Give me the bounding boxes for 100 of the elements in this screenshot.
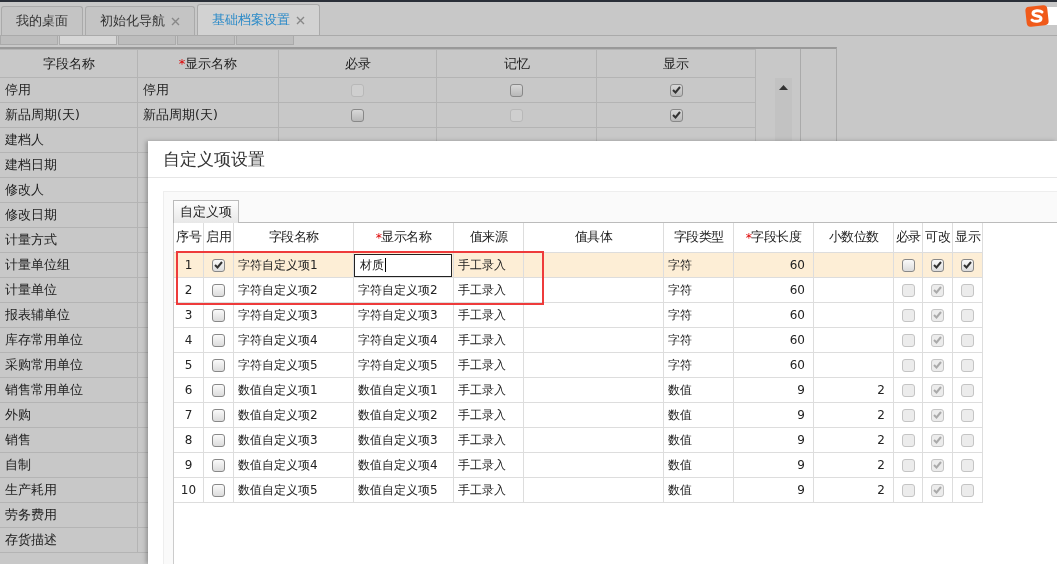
table-cell: 2 (877, 458, 885, 472)
table-cell: 手工录入 (454, 278, 524, 302)
scroll-up-icon[interactable] (779, 85, 788, 90)
table-cell: 5 (174, 353, 204, 377)
table-cell: 3 (174, 303, 204, 327)
table-cell: 数值 (664, 403, 734, 427)
table-cell: 建档人 (0, 128, 138, 152)
checkbox[interactable] (212, 358, 225, 372)
table-cell: 采购常用单位 (0, 353, 138, 377)
table-cell: 数值自定义项1 (234, 378, 354, 402)
column-header: 显示 (953, 223, 983, 252)
table-cell: 数值自定义项2 (358, 406, 438, 424)
table-cell: 2 (877, 433, 885, 447)
sub-tab[interactable] (177, 36, 235, 45)
table-cell: 字符自定义项3 (358, 306, 438, 324)
table-cell: 字符自定义项2 (234, 278, 354, 302)
table-cell: 字符 (664, 253, 734, 277)
column-header: 显示 (597, 50, 756, 77)
table-cell: 手工录入 (454, 353, 524, 377)
checkbox[interactable] (212, 383, 225, 397)
checkbox[interactable] (212, 408, 225, 422)
tab[interactable]: 我的桌面 (1, 6, 83, 35)
table-cell: 数值 (664, 428, 734, 452)
table-cell: 2 (877, 408, 885, 422)
table-cell: 字符自定义项2 (358, 281, 438, 299)
column-header: *显示名称 (138, 50, 279, 77)
column-header: 值具体 (524, 223, 664, 252)
table-cell: 字符 (664, 353, 734, 377)
sub-tab[interactable] (236, 36, 294, 45)
column-header: 可改 (923, 223, 953, 252)
column-header: 字段名称 (0, 50, 138, 77)
close-icon[interactable] (296, 15, 305, 25)
table-cell: 数值自定义项3 (234, 428, 354, 452)
tab[interactable]: 初始化导航 (85, 6, 195, 35)
checkbox[interactable] (212, 458, 225, 472)
column-header: 字段名称 (234, 223, 354, 252)
checkbox[interactable] (931, 258, 944, 272)
checkbox[interactable] (212, 433, 225, 447)
table-cell: 6 (174, 378, 204, 402)
table-cell: 手工录入 (454, 253, 524, 277)
table-cell: 字符 (664, 303, 734, 327)
checkbox[interactable] (212, 283, 225, 297)
table-cell: 劳务费用 (0, 503, 138, 527)
table-cell: 60 (734, 353, 814, 377)
checkbox[interactable] (212, 333, 225, 347)
table-cell: 停用 (143, 81, 169, 99)
table-cell: 手工录入 (454, 328, 524, 352)
checkbox[interactable] (901, 258, 915, 272)
checkbox[interactable] (669, 83, 683, 97)
table-cell: 2 (877, 483, 885, 497)
table-cell: 数值自定义项5 (358, 481, 438, 499)
table-cell: 生产耗用 (0, 478, 138, 502)
close-icon[interactable] (171, 16, 180, 26)
table-cell: 存货描述 (0, 528, 138, 552)
checkbox[interactable] (351, 108, 364, 122)
table-cell: 建档日期 (0, 153, 138, 177)
checkbox[interactable] (212, 483, 225, 497)
tab[interactable]: 自定义项 (173, 200, 239, 223)
checkbox[interactable] (212, 258, 225, 272)
table-cell: 手工录入 (454, 428, 524, 452)
input-field[interactable]: 材质 (354, 253, 452, 277)
checkbox[interactable] (510, 83, 523, 97)
table-cell: 60 (734, 253, 814, 277)
table-cell: 数值 (664, 453, 734, 477)
sub-tab[interactable] (59, 36, 117, 45)
table-cell: 9 (734, 428, 814, 452)
table-cell: 库存常用单位 (0, 328, 138, 352)
table-cell: 手工录入 (454, 303, 524, 327)
selected-row[interactable]: 1 字符自定义项1 材质 手工录入 字符 60 (174, 253, 983, 278)
table-cell: 8 (174, 428, 204, 452)
table-cell: 手工录入 (454, 403, 524, 427)
table-cell: 9 (734, 478, 814, 502)
ime-logo-icon[interactable] (1025, 5, 1057, 27)
checkbox[interactable] (961, 258, 974, 272)
column-header: 记忆 (437, 50, 597, 77)
table-cell: 字符自定义项5 (358, 356, 438, 374)
column-header: 启用 (204, 223, 234, 252)
column-header: 必录 (894, 223, 923, 252)
table-cell: 2 (877, 383, 885, 397)
column-header: 字段类型 (664, 223, 734, 252)
table-cell: 1 (174, 253, 204, 277)
table-cell: 7 (174, 403, 204, 427)
sub-tab[interactable] (118, 36, 176, 45)
table-cell: 手工录入 (454, 453, 524, 477)
table-cell: 数值自定义项2 (234, 403, 354, 427)
table-cell: 销售常用单位 (0, 378, 138, 402)
table-cell: 字符自定义项3 (234, 303, 354, 327)
table-cell: 字符自定义项4 (358, 331, 438, 349)
sub-tab[interactable] (0, 36, 58, 45)
column-header: 值来源 (454, 223, 524, 252)
checkbox[interactable] (669, 108, 683, 122)
table-cell: 修改人 (0, 178, 138, 202)
table-cell: 数值 (664, 478, 734, 502)
table-cell: 外购 (0, 403, 138, 427)
table-cell: 修改日期 (0, 203, 138, 227)
table-cell: 新品周期(天) (143, 106, 218, 124)
column-header: *字段长度 (734, 223, 814, 252)
table-cell: 自制 (0, 453, 138, 477)
checkbox[interactable] (212, 308, 225, 322)
table-cell: 字符 (664, 328, 734, 352)
